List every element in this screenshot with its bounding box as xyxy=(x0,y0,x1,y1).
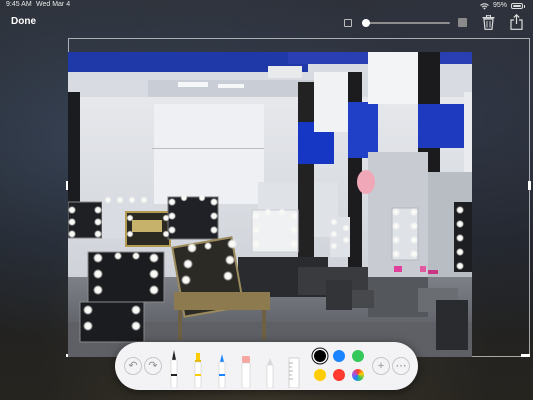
plus-icon[interactable]: + xyxy=(372,357,390,375)
wifi-icon xyxy=(480,2,489,10)
battery-cap xyxy=(524,4,525,8)
status-time: 9:45 AM xyxy=(6,1,32,8)
more-icon[interactable]: ⋯ xyxy=(392,357,410,375)
lasso-tool-icon[interactable] xyxy=(264,348,276,388)
crop-handle-bottom-right[interactable] xyxy=(521,354,530,357)
crop-handle-right[interactable] xyxy=(528,181,531,190)
color-black[interactable] xyxy=(314,350,326,362)
color-multicolor[interactable] xyxy=(352,369,364,381)
color-red[interactable] xyxy=(333,369,345,381)
color-blue[interactable] xyxy=(333,350,345,362)
color-green[interactable] xyxy=(352,350,364,362)
large-square-icon xyxy=(458,18,467,27)
done-button[interactable]: Done xyxy=(11,16,36,27)
eraser-tool-icon[interactable] xyxy=(240,348,252,388)
highlighter-tool-icon[interactable] xyxy=(192,348,204,388)
color-yellow[interactable] xyxy=(314,369,326,381)
status-bar: 9:45 AM Wed Mar 4 95% xyxy=(0,0,533,10)
line-width-control xyxy=(344,16,468,30)
battery-icon xyxy=(511,3,523,9)
line-width-slider-track[interactable] xyxy=(362,19,450,27)
photo-illustration xyxy=(68,52,472,357)
pencil-tool-icon[interactable] xyxy=(216,348,228,388)
markup-tool-palette: ↶ ↷ + ⋯ xyxy=(115,342,418,390)
pen-tool-icon[interactable] xyxy=(168,348,180,388)
redo-icon[interactable]: ↷ xyxy=(144,357,162,375)
status-right: 95% xyxy=(480,1,525,11)
battery-percent: 95% xyxy=(492,2,507,9)
undo-icon[interactable]: ↶ xyxy=(124,357,142,375)
makeup-studio-photo xyxy=(68,52,472,357)
status-date: Wed Mar 4 xyxy=(36,1,71,8)
small-square-icon xyxy=(344,19,352,27)
line-width-slider-thumb[interactable] xyxy=(362,19,370,27)
ruler-tool-icon[interactable] xyxy=(287,348,301,388)
trash-icon[interactable] xyxy=(482,15,495,30)
share-icon[interactable] xyxy=(510,14,523,30)
